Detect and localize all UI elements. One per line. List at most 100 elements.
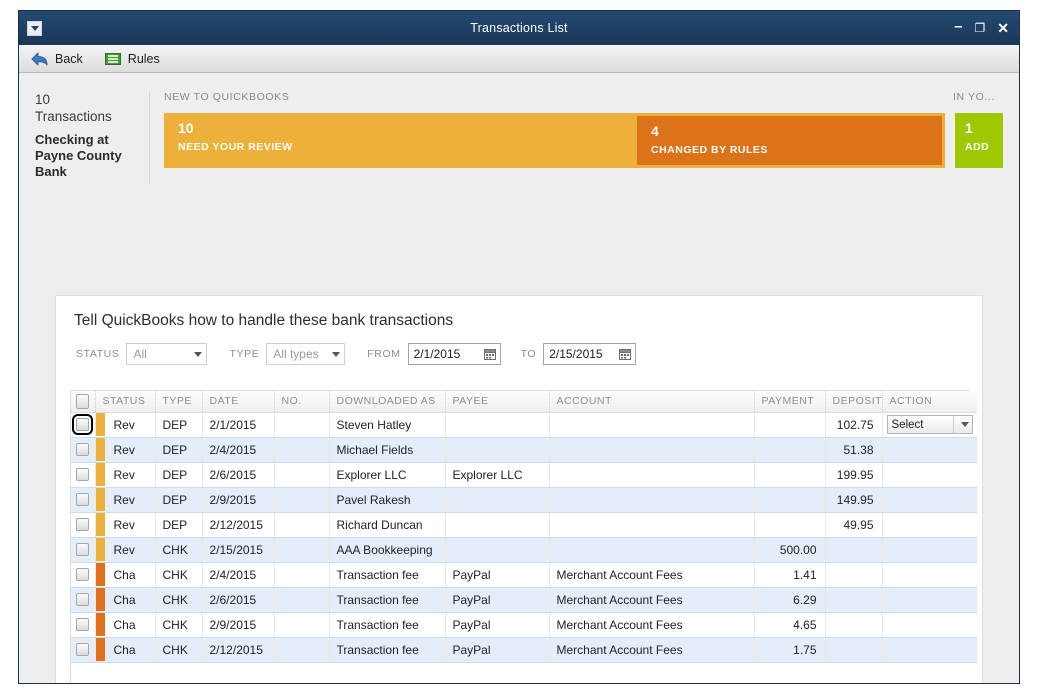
- row-checkbox-cell[interactable]: [71, 412, 96, 438]
- table-row[interactable]: Cha CHK 2/9/2015 Transaction fee PayPal Merch…: [71, 612, 977, 638]
- row-payment: 1.41: [754, 562, 826, 588]
- row-account: [549, 537, 755, 563]
- to-date-input[interactable]: 2/15/2015: [543, 343, 637, 365]
- row-no: [274, 412, 330, 438]
- row-deposit: 49.95: [825, 512, 883, 538]
- column-header-payment[interactable]: PAYMENT: [754, 391, 826, 413]
- row-payee: [445, 512, 550, 538]
- row-action-cell[interactable]: [882, 637, 977, 663]
- row-action-cell[interactable]: Select: [882, 412, 977, 438]
- table-row[interactable]: Rev CHK 2/15/2015 AAA Bookkeeping 500.00: [71, 537, 977, 563]
- row-checkbox[interactable]: [76, 643, 89, 656]
- from-date-input[interactable]: 2/1/2015: [407, 343, 501, 365]
- row-payment: [754, 437, 826, 463]
- row-checkbox[interactable]: [76, 568, 89, 581]
- row-downloaded-as: Richard Duncan: [329, 512, 446, 538]
- chevron-down-icon[interactable]: [952, 416, 972, 433]
- row-checkbox[interactable]: [72, 414, 93, 435]
- row-action-cell[interactable]: [882, 487, 977, 513]
- row-status-cell: Rev: [95, 462, 156, 488]
- select-all-header[interactable]: [71, 391, 96, 413]
- add-bar[interactable]: 1 ADD: [955, 113, 1003, 168]
- column-header-downloaded-as[interactable]: DOWNLOADED AS: [329, 391, 446, 413]
- row-checkbox-cell[interactable]: [71, 462, 96, 488]
- maximize-icon[interactable]: ❐: [975, 22, 986, 34]
- row-checkbox[interactable]: [76, 543, 89, 556]
- row-checkbox-cell[interactable]: [71, 562, 96, 588]
- transactions-card: Tell QuickBooks how to handle these bank…: [55, 295, 983, 683]
- close-icon[interactable]: ✕: [997, 21, 1009, 35]
- row-checkbox[interactable]: [76, 593, 89, 606]
- status-color-chip: [95, 413, 105, 436]
- calendar-icon[interactable]: [619, 348, 632, 360]
- row-payee: Explorer LLC: [445, 462, 550, 488]
- row-action-cell[interactable]: [882, 562, 977, 588]
- changed-by-rules-bar[interactable]: 4 CHANGED BY RULES: [637, 116, 942, 165]
- type-filter-select[interactable]: All types: [266, 343, 346, 365]
- column-header-no[interactable]: NO.: [274, 391, 330, 413]
- row-status-cell: Rev: [95, 537, 156, 563]
- table-row[interactable]: Cha CHK 2/12/2015 Transaction fee PayPal Merc…: [71, 637, 977, 663]
- transactions-count: 10 Transactions: [35, 91, 139, 125]
- row-payee: [445, 487, 550, 513]
- row-checkbox-cell[interactable]: [71, 537, 96, 563]
- row-payment: 4.65: [754, 612, 826, 638]
- row-action-cell[interactable]: [882, 612, 977, 638]
- table-row[interactable]: Rev DEP 2/1/2015 Steven Hatley 102.75 Select: [71, 412, 977, 438]
- application-window: Transactions List – ❐ ✕ Back Rules 10 Tr…: [18, 10, 1020, 684]
- row-no: [274, 612, 330, 638]
- changed-by-rules-label: CHANGED BY RULES: [651, 144, 768, 156]
- row-checkbox-cell[interactable]: [71, 437, 96, 463]
- row-checkbox[interactable]: [76, 468, 89, 481]
- back-button[interactable]: Back: [31, 52, 83, 66]
- row-checkbox[interactable]: [76, 493, 89, 506]
- row-status-text: Rev: [113, 442, 135, 457]
- table-row[interactable]: Cha CHK 2/4/2015 Transaction fee PayPal Merch…: [71, 562, 977, 588]
- row-action-cell[interactable]: [882, 512, 977, 538]
- row-checkbox-cell[interactable]: [71, 587, 96, 613]
- column-header-payee[interactable]: PAYEE: [445, 391, 550, 413]
- row-action-select-value: Select: [891, 418, 924, 431]
- column-header-account[interactable]: ACCOUNT: [549, 391, 755, 413]
- row-type: DEP: [155, 512, 203, 538]
- status-color-chip: [95, 638, 105, 661]
- row-checkbox-cell[interactable]: [71, 512, 96, 538]
- row-checkbox-cell[interactable]: [71, 487, 96, 513]
- row-action-cell[interactable]: [882, 587, 977, 613]
- row-type: CHK: [155, 612, 203, 638]
- row-action-cell[interactable]: [882, 462, 977, 488]
- row-downloaded-as: Michael Fields: [329, 437, 446, 463]
- column-header-date[interactable]: DATE: [202, 391, 275, 413]
- row-checkbox[interactable]: [76, 618, 89, 631]
- row-checkbox-cell[interactable]: [71, 612, 96, 638]
- table-row[interactable]: Rev DEP 2/9/2015 Pavel Rakesh 149.95: [71, 487, 977, 513]
- row-date: 2/4/2015: [202, 437, 275, 463]
- table-row[interactable]: Rev DEP 2/12/2015 Richard Duncan 49.95: [71, 512, 977, 538]
- status-filter-select[interactable]: All: [126, 343, 208, 365]
- row-action-cell[interactable]: [882, 537, 977, 563]
- row-checkbox[interactable]: [76, 518, 89, 531]
- table-row[interactable]: Rev DEP 2/6/2015 Explorer LLC Explorer LLC 19…: [71, 462, 977, 488]
- table-row[interactable]: Rev DEP 2/4/2015 Michael Fields 51.38: [71, 437, 977, 463]
- column-header-deposit[interactable]: DEPOSIT: [825, 391, 883, 413]
- row-status-text: Cha: [113, 617, 136, 632]
- column-header-status[interactable]: STATUS: [95, 391, 156, 413]
- window-menu-icon[interactable]: [27, 20, 42, 36]
- table-row[interactable]: Cha CHK 2/6/2015 Transaction fee PayPal Merch…: [71, 587, 977, 613]
- column-header-action[interactable]: ACTION: [882, 391, 977, 413]
- row-action-cell[interactable]: [882, 437, 977, 463]
- select-all-checkbox[interactable]: [76, 393, 89, 409]
- need-review-bar[interactable]: 10 NEED YOUR REVIEW 4 CHANGED BY RULES: [164, 113, 945, 168]
- filter-bar: STATUS All TYPE All types FROM 2/1/2015: [56, 330, 982, 365]
- row-checkbox[interactable]: [76, 443, 89, 456]
- column-header-type[interactable]: TYPE: [155, 391, 203, 413]
- row-status-text: Rev: [113, 517, 135, 532]
- rules-button[interactable]: Rules: [104, 51, 160, 66]
- minimize-icon[interactable]: –: [954, 19, 962, 34]
- row-status-cell: Cha: [95, 562, 156, 588]
- back-arrow-icon: [31, 52, 48, 65]
- row-checkbox-cell[interactable]: [71, 637, 96, 663]
- rules-label: Rules: [127, 51, 160, 66]
- row-action-select[interactable]: Select: [886, 415, 973, 434]
- calendar-icon[interactable]: [483, 348, 496, 360]
